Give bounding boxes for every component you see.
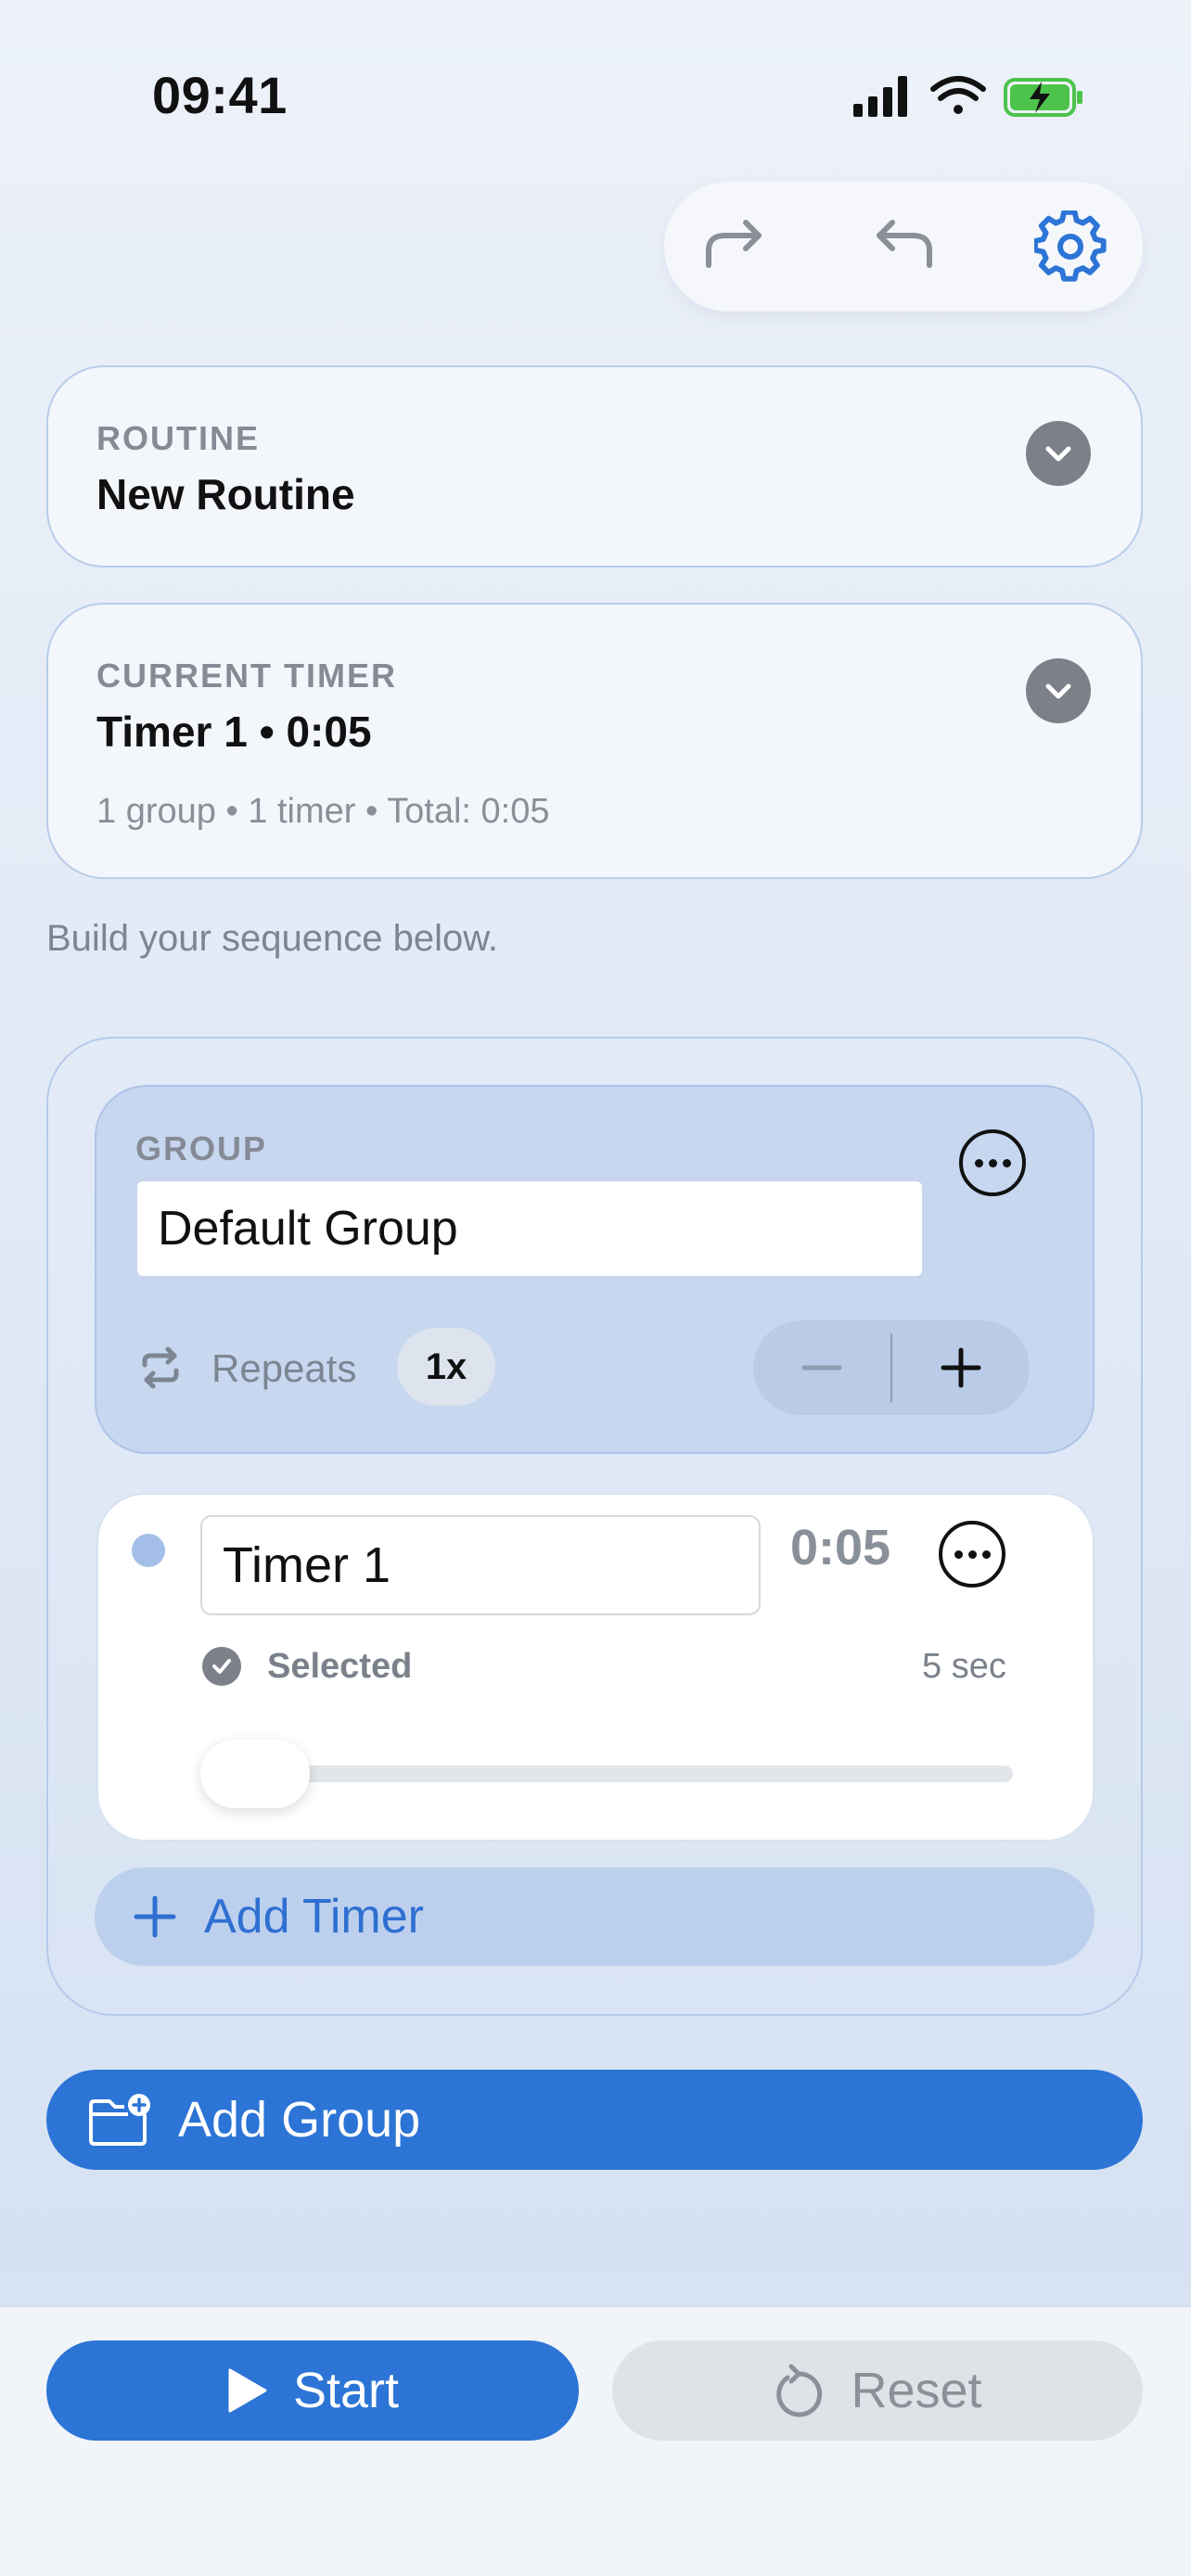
routine-card[interactable]: ROUTINE New Routine: [46, 365, 1143, 567]
plus-icon: [134, 1895, 176, 1938]
repeat-icon: [139, 1346, 182, 1389]
routine-label: ROUTINE: [96, 419, 260, 457]
status-time: 09:41: [152, 66, 288, 124]
add-timer-button[interactable]: Add Timer: [95, 1868, 1095, 1966]
reset-icon: [776, 2364, 823, 2417]
signal-icon: [853, 76, 907, 117]
current-timer-card[interactable]: CURRENT TIMER Timer 1 • 0:05 1 group • 1…: [46, 603, 1143, 879]
add-group-label: Add Group: [178, 2092, 421, 2148]
repeats-label: Repeats: [211, 1346, 357, 1390]
redo-icon[interactable]: [698, 210, 772, 284]
timer-name-input[interactable]: Timer 1: [200, 1515, 761, 1615]
add-timer-label: Add Timer: [204, 1890, 424, 1944]
start-label: Start: [292, 2363, 400, 2418]
timer-status: Selected: [267, 1647, 413, 1686]
reset-button[interactable]: Reset: [612, 2340, 1143, 2441]
current-timer-summary: 1 group • 1 timer • Total: 0:05: [96, 792, 550, 831]
folder-add-icon: [89, 2094, 150, 2146]
reset-label: Reset: [851, 2363, 982, 2418]
repeat-stepper: [753, 1320, 1030, 1415]
add-group-button[interactable]: Add Group: [46, 2070, 1143, 2170]
routine-name: New Routine: [96, 470, 355, 518]
group-name-input[interactable]: Default Group: [135, 1180, 924, 1278]
play-icon: [228, 2368, 267, 2413]
checkmark-icon: [202, 1647, 241, 1686]
repeat-count-badge: 1x: [397, 1328, 495, 1406]
top-toolbar: [664, 182, 1143, 312]
timer-duration[interactable]: 0:05: [790, 1519, 890, 1576]
undo-icon[interactable]: [866, 210, 941, 284]
battery-charging-icon: [1004, 78, 1082, 117]
duration-slider-track[interactable]: [202, 1766, 1013, 1782]
increment-button[interactable]: [892, 1320, 1030, 1415]
more-options-icon[interactable]: [939, 1521, 1005, 1588]
group-label: GROUP: [135, 1129, 268, 1167]
sequence-hint: Build your sequence below.: [46, 918, 498, 959]
settings-gear-icon[interactable]: [1033, 210, 1108, 284]
current-timer-label: CURRENT TIMER: [96, 657, 397, 695]
start-button[interactable]: Start: [46, 2340, 579, 2441]
more-options-icon[interactable]: [959, 1129, 1026, 1196]
decrement-button[interactable]: [753, 1320, 890, 1415]
duration-slider-thumb[interactable]: [200, 1740, 310, 1808]
timer-color-dot: [132, 1534, 165, 1567]
status-icons: [852, 72, 1089, 121]
wifi-icon: [930, 76, 986, 114]
current-timer-title: Timer 1 • 0:05: [96, 708, 372, 756]
chevron-down-icon[interactable]: [1026, 421, 1091, 486]
chevron-down-icon[interactable]: [1026, 658, 1091, 723]
timer-seconds: 5 sec: [922, 1647, 1006, 1686]
